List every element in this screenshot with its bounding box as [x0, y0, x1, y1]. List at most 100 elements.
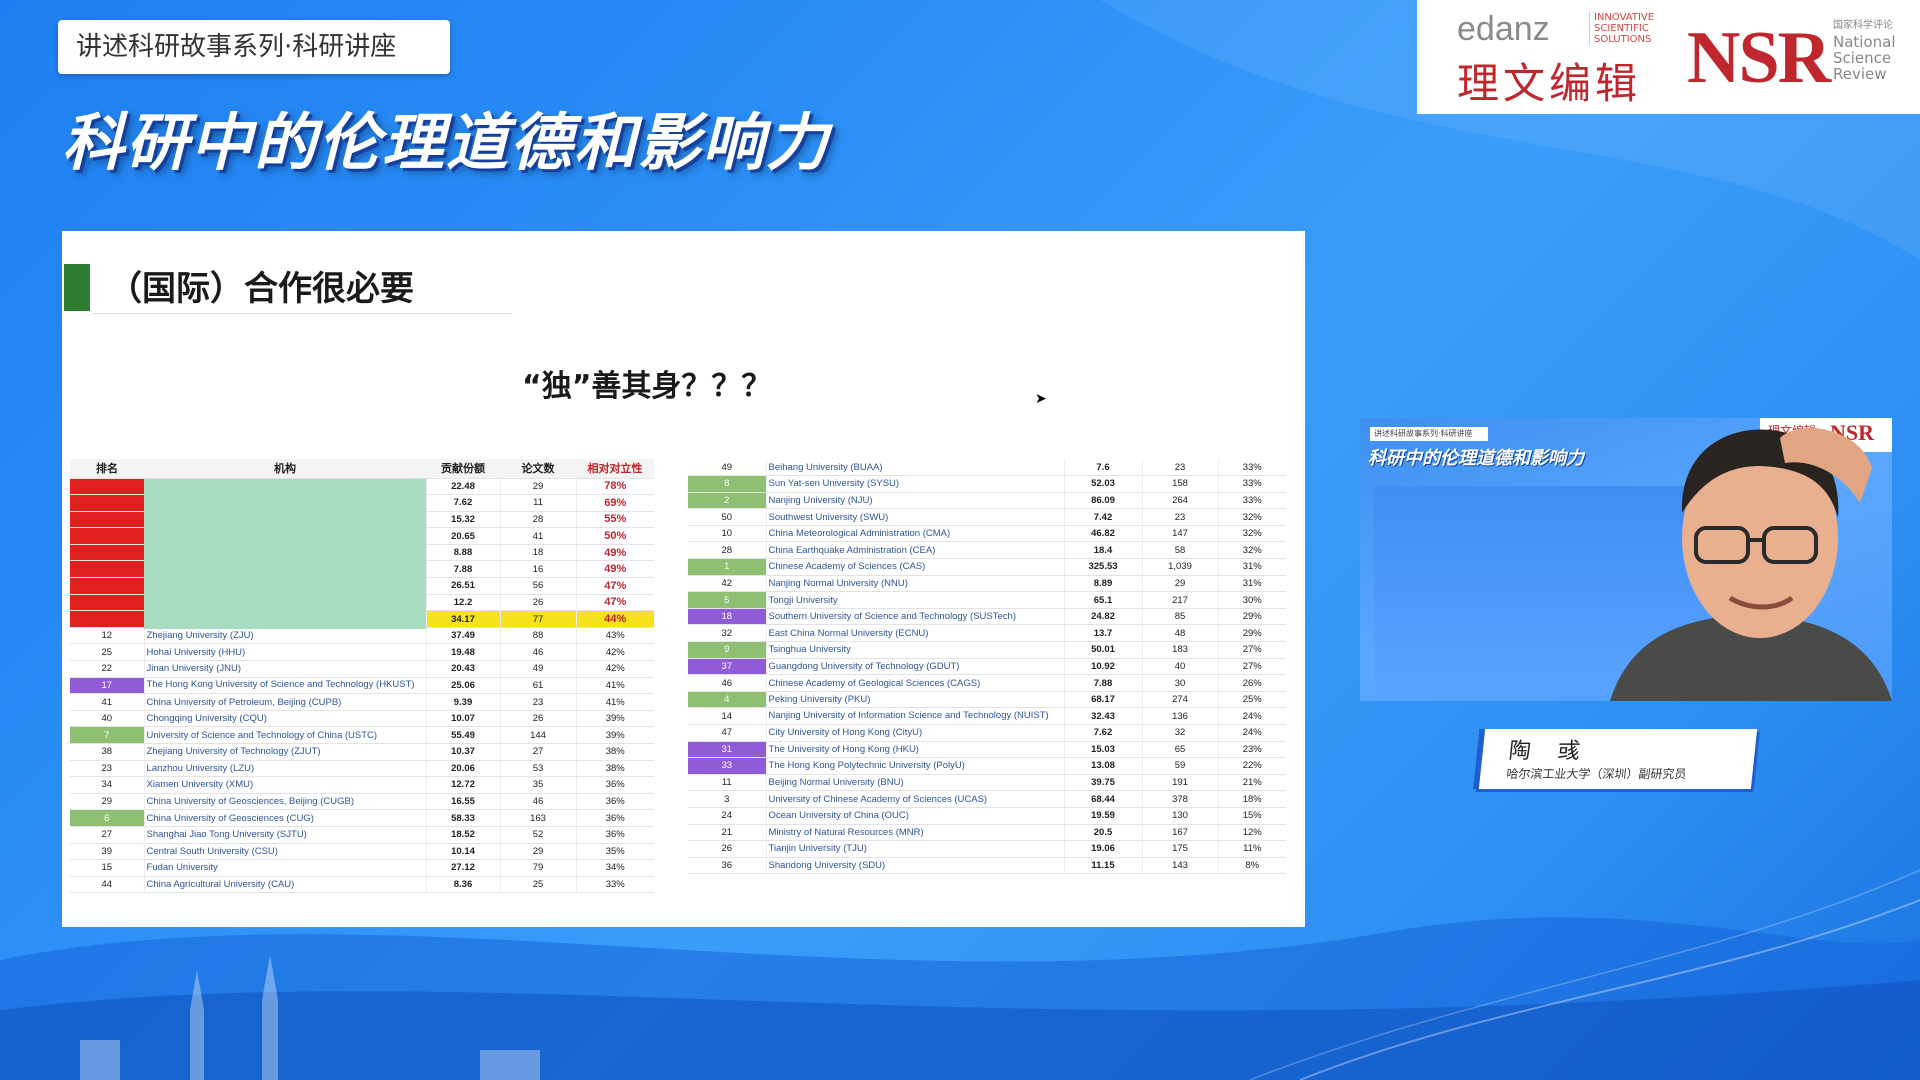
table-row: 6 China University of Geosciences (CUG) 58…: [70, 809, 654, 827]
rank-cell: 36: [688, 857, 767, 875]
table-row: 1 Chinese Academy of Sciences (CAS) 325.53…: [688, 558, 1286, 576]
independence-cell: 32%: [1218, 525, 1286, 543]
institution-cell: Xiamen University (XMU): [144, 776, 427, 794]
rank-cell: [70, 544, 145, 562]
share-cell: 10.07: [426, 710, 501, 728]
share-cell: 11.15: [1064, 857, 1143, 875]
papers-cell: 58: [1142, 541, 1219, 560]
institution-cell: The Hong Kong Polytechnic University (Po…: [766, 757, 1065, 775]
institution-cell: University of Chinese Academy of Science…: [766, 790, 1065, 808]
independence-cell: 33%: [1218, 459, 1286, 477]
rank-cell: 44: [70, 876, 145, 894]
papers-cell: 52: [500, 826, 577, 844]
papers-cell: 29: [500, 843, 577, 861]
table-row: 36 Shandong University (SDU) 11.15 143 8%: [688, 857, 1286, 875]
share-cell: 22.48: [426, 478, 501, 496]
share-cell: 12.72: [426, 776, 501, 794]
rank-cell: 7: [70, 726, 145, 744]
rank-cell: [70, 511, 145, 529]
edanz-wordmark: edanz: [1457, 10, 1550, 48]
table-row: 5 Tongji University 65.1 217 30%: [688, 591, 1286, 609]
independence-cell: 24%: [1218, 724, 1286, 742]
rank-cell: 40: [70, 710, 145, 728]
share-cell: 24.82: [1064, 608, 1143, 626]
share-cell: 8.88: [426, 544, 501, 562]
papers-cell: 167: [1142, 824, 1219, 842]
independence-cell: 32%: [1218, 541, 1286, 560]
speaker-title: 哈尔滨工业大学（深圳）副研究员: [1505, 767, 1688, 781]
nsr-side-line: Science: [1833, 49, 1892, 67]
share-cell: 15.03: [1064, 741, 1143, 759]
share-cell: 20.65: [426, 527, 501, 545]
institution-cell: Zhejiang University of Technology (ZJUT): [144, 743, 427, 761]
papers-cell: 11: [500, 494, 577, 512]
table-row: 25 Hohai University (HHU) 19.48 46 42%: [70, 643, 654, 662]
table-row: 32 East China Normal University (ECNU) 13.…: [688, 624, 1286, 643]
papers-cell: 26: [500, 710, 577, 728]
table-row: 4 Peking University (PKU) 68.17 274 25%: [688, 691, 1286, 709]
papers-cell: 23: [500, 693, 577, 711]
institution-cell: Southwest University (SWU): [766, 508, 1065, 526]
share-cell: 9.39: [426, 693, 501, 711]
rank-cell: 4: [688, 691, 767, 709]
institution-cell: Southern University of Science and Techn…: [766, 608, 1065, 626]
rank-cell: 2: [688, 492, 767, 510]
institution-cell: Nanjing University of Information Scienc…: [766, 707, 1065, 725]
papers-cell: 65: [1142, 741, 1219, 759]
rank-cell: [70, 494, 145, 512]
table-row: 8 Sun Yat-sen University (SYSU) 52.03 158 33…: [688, 475, 1286, 493]
nsr-cn: 国家科学评论: [1833, 20, 1893, 31]
institution-cell: Peking University (PKU): [766, 691, 1065, 709]
nsr-logo: NSR: [1687, 17, 1831, 99]
table-row: 47 City University of Hong Kong (CityU) 7.…: [688, 724, 1286, 742]
papers-cell: 79: [500, 859, 577, 877]
independence-cell: 15%: [1218, 807, 1286, 825]
table-row: 34 Xiamen University (XMU) 12.72 35 36%: [70, 776, 654, 794]
table-row: 39 Central South University (CSU) 10.14 29 3…: [70, 843, 654, 861]
rank-cell: 33: [688, 757, 767, 775]
table-row: 42 Nanjing Normal University (NNU) 8.89 29 3…: [688, 575, 1286, 593]
independence-cell: 42%: [576, 660, 654, 678]
table-row: 2 Nanjing University (NJU) 86.09 264 33%: [688, 492, 1286, 510]
institution-cell: East China Normal University (ECNU): [766, 624, 1065, 643]
divider: [92, 313, 512, 314]
institution-cell: Nanjing University (NJU): [766, 492, 1065, 510]
rank-cell: [70, 560, 145, 579]
table-row: 12 Zhejiang University (ZJU) 37.49 88 43%: [70, 627, 654, 645]
institution-cell: Tianjin University (TJU): [766, 840, 1065, 858]
table-row: 37 Guangdong University of Technology (GD…: [688, 658, 1286, 676]
papers-cell: 48: [1142, 624, 1219, 643]
independence-cell: 43%: [576, 627, 654, 645]
rank-cell: [70, 594, 145, 612]
rank-cell: 1: [688, 558, 767, 576]
rank-cell: 39: [70, 843, 145, 861]
header-share: 贡献份额: [426, 459, 500, 479]
papers-cell: 27: [500, 743, 577, 761]
share-cell: 20.5: [1064, 824, 1143, 842]
papers-cell: 130: [1142, 807, 1219, 825]
institution-cell: University of Science and Technology of …: [144, 726, 427, 744]
rank-cell: 32: [688, 624, 767, 643]
papers-cell: 49: [500, 660, 577, 678]
papers-cell: 16: [500, 560, 577, 579]
independence-cell: 69%: [576, 494, 654, 512]
papers-cell: 40: [1142, 658, 1219, 676]
independence-cell: 27%: [1218, 641, 1286, 659]
independence-cell: 30%: [1218, 591, 1286, 609]
independence-cell: 34%: [576, 859, 654, 877]
nsr-side-text: 国家科学评论 National Science Review: [1833, 18, 1896, 82]
independence-cell: 47%: [576, 594, 654, 612]
institution-cell: Fudan University: [144, 859, 427, 877]
papers-cell: 136: [1142, 707, 1219, 725]
institution-cell: Beihang University (BUAA): [766, 459, 1065, 477]
rank-cell: 18: [688, 608, 767, 626]
nsr-side-line: Review: [1833, 65, 1887, 83]
slide-subheading: “独”善其身？？？: [522, 369, 772, 404]
institution-cell: Guangdong University of Technology (GDUT…: [766, 658, 1065, 676]
papers-cell: 274: [1142, 691, 1219, 709]
independence-cell: 44%: [576, 610, 654, 628]
institution-cell: City University of Hong Kong (CityU): [766, 724, 1065, 742]
rank-cell: 3: [688, 790, 767, 808]
share-cell: 19.59: [1064, 807, 1143, 825]
share-cell: 25.06: [426, 677, 501, 695]
